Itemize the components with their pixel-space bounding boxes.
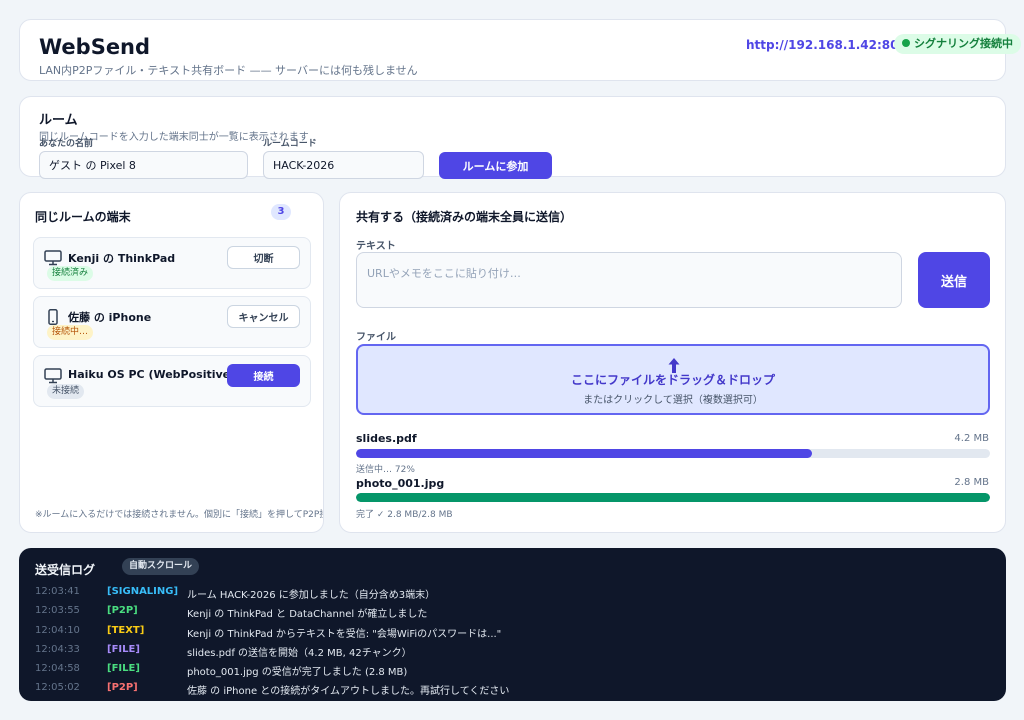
share-panel: 共有する（接続済みの端末全員に送信） テキスト 送信 ファイル ここにファイルを…	[339, 192, 1006, 533]
log-time: 12:04:58	[35, 663, 80, 674]
log-tag: [SIGNALING]	[107, 586, 179, 597]
name-label: あなたの名前	[39, 139, 94, 149]
peer-status-badge: 接続中…	[47, 325, 94, 340]
status-dot-icon	[902, 39, 910, 47]
peer-item: Kenji の ThinkPad 接続済み 切断	[33, 237, 311, 289]
peer-item: Haiku OS PC (WebPositive) 未接続 接続	[33, 355, 311, 407]
drop-zone-hint: またはクリックして選択（複数選択可）	[583, 395, 763, 406]
log-time: 12:04:10	[35, 625, 80, 636]
peer-name: 佐藤 の iPhone	[68, 311, 152, 324]
room-code-input[interactable]	[263, 151, 424, 179]
room-code-label: ルームコード	[263, 139, 317, 149]
log-time: 12:04:33	[35, 644, 80, 655]
signaling-status-text: シグナリング接続中	[914, 37, 1013, 50]
disconnect-button[interactable]: 切断	[227, 246, 300, 269]
log-time: 12:03:41	[35, 586, 80, 597]
desktop-icon	[44, 368, 62, 384]
file-label: ファイル	[356, 332, 396, 343]
log-tag: [P2P]	[107, 682, 138, 693]
transfer-file-size: 2.8 MB	[954, 477, 989, 488]
signaling-status-badge: シグナリング接続中	[894, 34, 1021, 54]
peer-status-badge: 未接続	[47, 384, 85, 399]
log-message: Kenji の ThinkPad からテキストを受信: "会場WiFiのパスワー…	[187, 629, 502, 640]
app-title: WebSend	[39, 35, 151, 59]
transfer-state: 完了 ✓ 2.8 MB/2.8 MB	[356, 510, 453, 520]
drop-zone-title: ここにファイルをドラッグ＆ドロップ	[570, 373, 775, 387]
log-time: 12:05:02	[35, 682, 80, 693]
peer-name: Haiku OS PC (WebPositive)	[68, 368, 236, 381]
cancel-connect-button[interactable]: キャンセル	[227, 305, 300, 328]
log-panel: 送受信ログ 自動スクロール 12:03:41 [SIGNALING] ルーム HAC…	[19, 548, 1006, 701]
app-header: WebSend LAN内P2Pファイル・テキスト共有ボード —— サーバーには何…	[19, 19, 1021, 81]
file-drop-zone[interactable]: ここにファイルをドラッグ＆ドロップ またはクリックして選択（複数選択可）	[356, 344, 990, 415]
transfer-progress-fill	[356, 449, 813, 458]
desktop-icon	[44, 250, 62, 266]
log-message: 佐藤 の iPhone との接続がタイムアウトしました。再試行してください	[187, 686, 510, 697]
send-text-button[interactable]: 送信	[918, 252, 990, 308]
log-time: 12:03:55	[35, 605, 80, 616]
share-title: 共有する（接続済みの端末全員に送信）	[356, 210, 573, 224]
join-room-button[interactable]: ルームに参加	[439, 152, 552, 179]
log-tag: [FILE]	[107, 644, 140, 655]
log-tag: [TEXT]	[107, 625, 145, 636]
phone-icon	[48, 309, 58, 325]
transfer-progress-fill	[356, 493, 990, 502]
log-tag: [FILE]	[107, 663, 140, 674]
peer-status-badge: 接続済み	[47, 266, 94, 281]
autoscroll-toggle[interactable]: 自動スクロール	[122, 558, 200, 575]
text-label: テキスト	[356, 241, 396, 252]
transfer-file-size: 4.2 MB	[954, 433, 989, 444]
room-title: ルーム	[39, 113, 78, 128]
peers-title: 同じルームの端末	[35, 210, 131, 224]
share-text-input[interactable]	[356, 252, 902, 308]
log-message: Kenji の ThinkPad と DataChannel が確立しました	[187, 609, 428, 620]
log-title: 送受信ログ	[35, 563, 96, 577]
transfer-progress-bar	[356, 493, 990, 502]
server-url-link[interactable]: http://192.168.1.42:8000	[746, 38, 915, 52]
connect-button[interactable]: 接続	[227, 364, 300, 387]
peer-item: 佐藤 の iPhone 接続中… キャンセル	[33, 296, 311, 348]
name-input[interactable]	[39, 151, 248, 179]
transfer-file-name: photo_001.jpg	[356, 477, 445, 490]
app-subtitle: LAN内P2Pファイル・テキスト共有ボード —— サーバーには何も残しません	[39, 64, 418, 77]
log-message: slides.pdf の送信を開始（4.2 MB, 42チャンク）	[187, 648, 412, 659]
transfer-progress-bar	[356, 449, 990, 458]
room-panel: ルーム 同じルームコードを入力した端末同士が一覧に表示されます あなたの名前 ル…	[19, 96, 1006, 179]
peers-note: ※ルームに入るだけでは接続されません。個別に「接続」を押してP2P接続を	[35, 510, 324, 520]
log-message: ルーム HACK-2026 に参加しました（自分含め3端末）	[187, 590, 436, 601]
peers-panel: 同じルームの端末 3 Kenji の ThinkPad 接続済み 切断 佐藤 の…	[19, 192, 324, 533]
transfer-state: 送信中… 72%	[356, 465, 415, 475]
transfer-file-name: slides.pdf	[356, 432, 417, 445]
peer-count-badge: 3	[271, 204, 291, 220]
peer-name: Kenji の ThinkPad	[68, 252, 176, 265]
log-message: photo_001.jpg の受信が完了しました (2.8 MB)	[187, 667, 408, 678]
log-tag: [P2P]	[107, 605, 138, 616]
